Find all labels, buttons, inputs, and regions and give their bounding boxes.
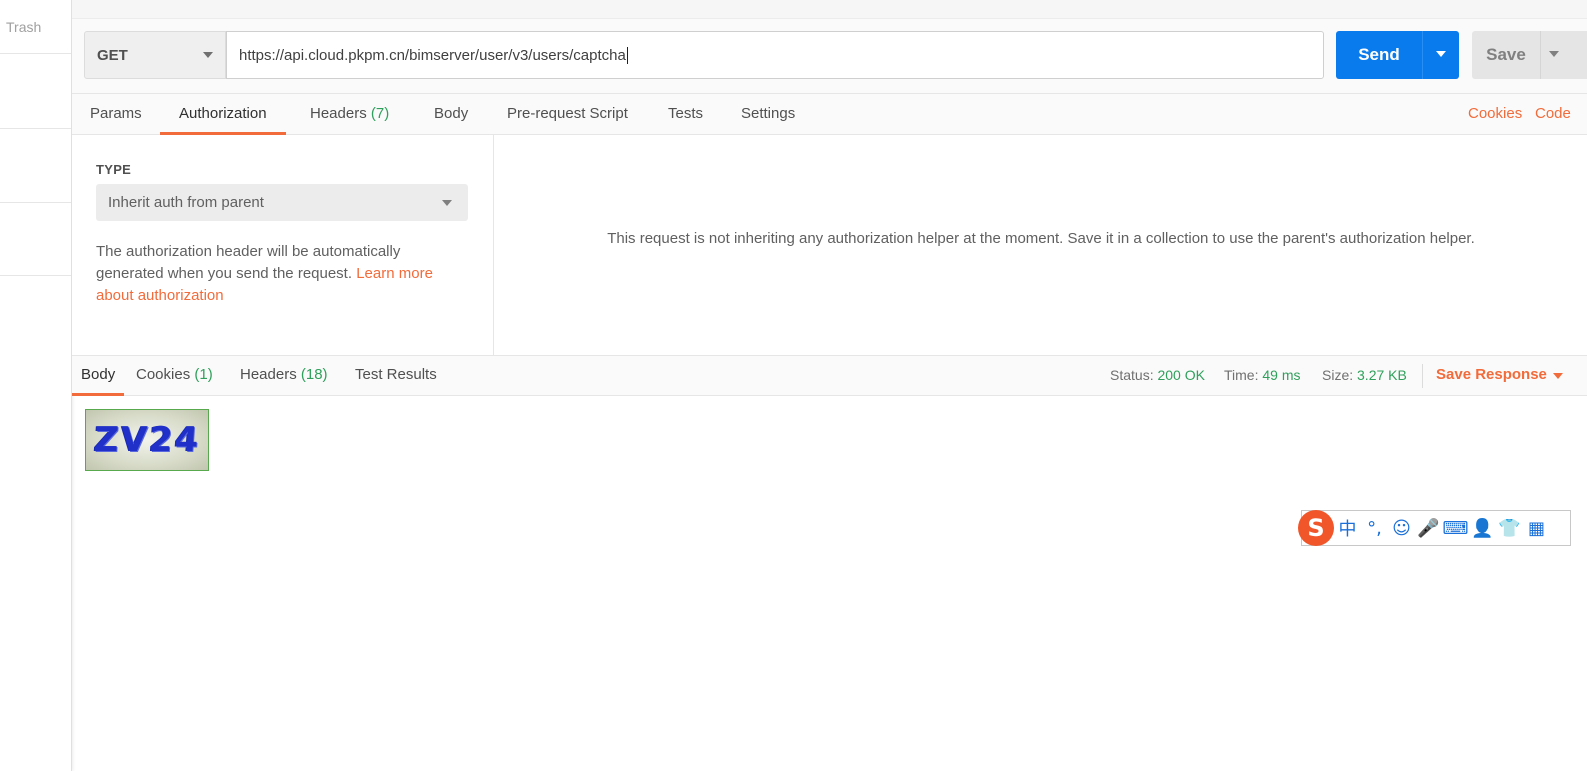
tab-label: Cookies: [136, 366, 191, 383]
tab-strip: [72, 0, 1587, 19]
send-button[interactable]: Send: [1336, 31, 1422, 79]
response-tab-test-results[interactable]: Test Results: [355, 356, 437, 396]
auth-type-label: TYPE: [96, 162, 132, 177]
auth-info-panel: This request is not inheriting any autho…: [495, 135, 1587, 355]
tab-label: Authorization: [179, 105, 267, 122]
request-bar: GET https://api.cloud.pkpm.cn/bimserver/…: [72, 19, 1587, 94]
save-options-button[interactable]: [1540, 31, 1587, 79]
status-readout: Status: 200 OK: [1110, 356, 1205, 396]
captcha-text: ZV24: [92, 420, 202, 460]
response-tab-body[interactable]: Body: [71, 356, 125, 396]
time-label: Time:: [1224, 367, 1259, 383]
tab-label: Pre-request Script: [507, 105, 628, 122]
tab-authorization[interactable]: Authorization: [160, 94, 286, 135]
chevron-down-icon: [442, 200, 452, 206]
auth-settings-panel: TYPE Inherit auth from parent The author…: [72, 135, 494, 355]
response-tab-cookies[interactable]: Cookies (1): [136, 356, 213, 396]
user-icon[interactable]: 👤: [1469, 518, 1496, 539]
tab-pre-request-script[interactable]: Pre-request Script: [507, 94, 628, 135]
tab-headers[interactable]: Headers (7): [310, 94, 389, 135]
tab-label: Headers: [240, 366, 297, 383]
tab-label: Settings: [741, 105, 796, 122]
chevron-down-icon: [203, 52, 213, 58]
tab-label: Test Results: [355, 366, 437, 383]
tab-label: Tests: [668, 105, 704, 122]
tab-count: (18): [300, 366, 328, 383]
method-select[interactable]: GET: [84, 31, 226, 79]
tab-count: (7): [370, 105, 390, 122]
response-tabs: Body Cookies (1) Headers (18) Test Resul…: [71, 355, 1587, 396]
auth-description: The authorization header will be automat…: [96, 241, 468, 307]
cookies-link[interactable]: Cookies: [1468, 94, 1522, 135]
grid-menu-icon[interactable]: ▦: [1523, 518, 1550, 539]
tab-label: Headers: [310, 105, 367, 122]
tab-tests[interactable]: Tests: [668, 94, 703, 135]
punctuation-icon[interactable]: °,: [1361, 518, 1388, 539]
status-value[interactable]: 200 OK: [1157, 367, 1204, 383]
emoji-icon[interactable]: ☺: [1388, 518, 1415, 539]
divider: [1422, 364, 1423, 388]
chevron-down-icon: [1436, 51, 1446, 57]
sidebar-row[interactable]: [0, 128, 71, 202]
url-text: https://api.cloud.pkpm.cn/bimserver/user…: [239, 46, 626, 64]
auth-description-text: The authorization header will be automat…: [96, 243, 401, 282]
send-options-button[interactable]: [1422, 31, 1459, 79]
method-label: GET: [97, 46, 128, 64]
tab-label: Params: [90, 105, 142, 122]
sidebar-trash-label[interactable]: Trash: [6, 19, 41, 35]
time-value[interactable]: 49 ms: [1262, 367, 1300, 383]
skin-shirt-icon[interactable]: 👕: [1496, 518, 1523, 539]
sidebar: Trash: [0, 0, 72, 771]
auth-info-message: This request is not inheriting any autho…: [607, 230, 1475, 247]
size-label: Size:: [1322, 367, 1354, 383]
chevron-down-icon: [1549, 51, 1559, 57]
size-readout: Size: 3.27 KB: [1322, 356, 1407, 396]
ime-toolbar: S 中 °, ☺ 🎤 ⌨ 👤 👕 ▦: [1298, 510, 1571, 546]
size-value[interactable]: 3.27 KB: [1357, 367, 1407, 383]
microphone-icon[interactable]: 🎤: [1415, 518, 1442, 539]
time-readout: Time: 49 ms: [1224, 356, 1301, 396]
code-link[interactable]: Code: [1535, 94, 1571, 135]
save-button[interactable]: Save: [1472, 31, 1540, 79]
sidebar-row[interactable]: [0, 53, 71, 128]
response-tab-headers[interactable]: Headers (18): [240, 356, 328, 396]
tab-label: Body: [81, 366, 116, 383]
tab-settings[interactable]: Settings: [741, 94, 795, 135]
tab-count: (1): [194, 366, 213, 383]
captcha-image: ZV24: [85, 409, 209, 471]
auth-type-select[interactable]: Inherit auth from parent: [96, 184, 468, 221]
request-tabs: Params Authorization Headers (7) Body Pr…: [72, 94, 1587, 135]
tab-params[interactable]: Params: [90, 94, 142, 135]
tab-body[interactable]: Body: [434, 94, 468, 135]
save-response-button[interactable]: Save Response: [1436, 356, 1547, 396]
url-input[interactable]: https://api.cloud.pkpm.cn/bimserver/user…: [226, 31, 1324, 79]
chevron-down-icon[interactable]: [1553, 373, 1563, 379]
sidebar-row[interactable]: [0, 202, 71, 276]
status-label: Status:: [1110, 367, 1154, 383]
chinese-mode-icon[interactable]: 中: [1334, 515, 1361, 541]
keyboard-icon[interactable]: ⌨: [1442, 518, 1469, 539]
sogou-logo-icon[interactable]: S: [1298, 510, 1334, 546]
text-cursor: [626, 46, 628, 64]
auth-type-value: Inherit auth from parent: [108, 194, 264, 211]
tab-label: Body: [434, 105, 469, 122]
